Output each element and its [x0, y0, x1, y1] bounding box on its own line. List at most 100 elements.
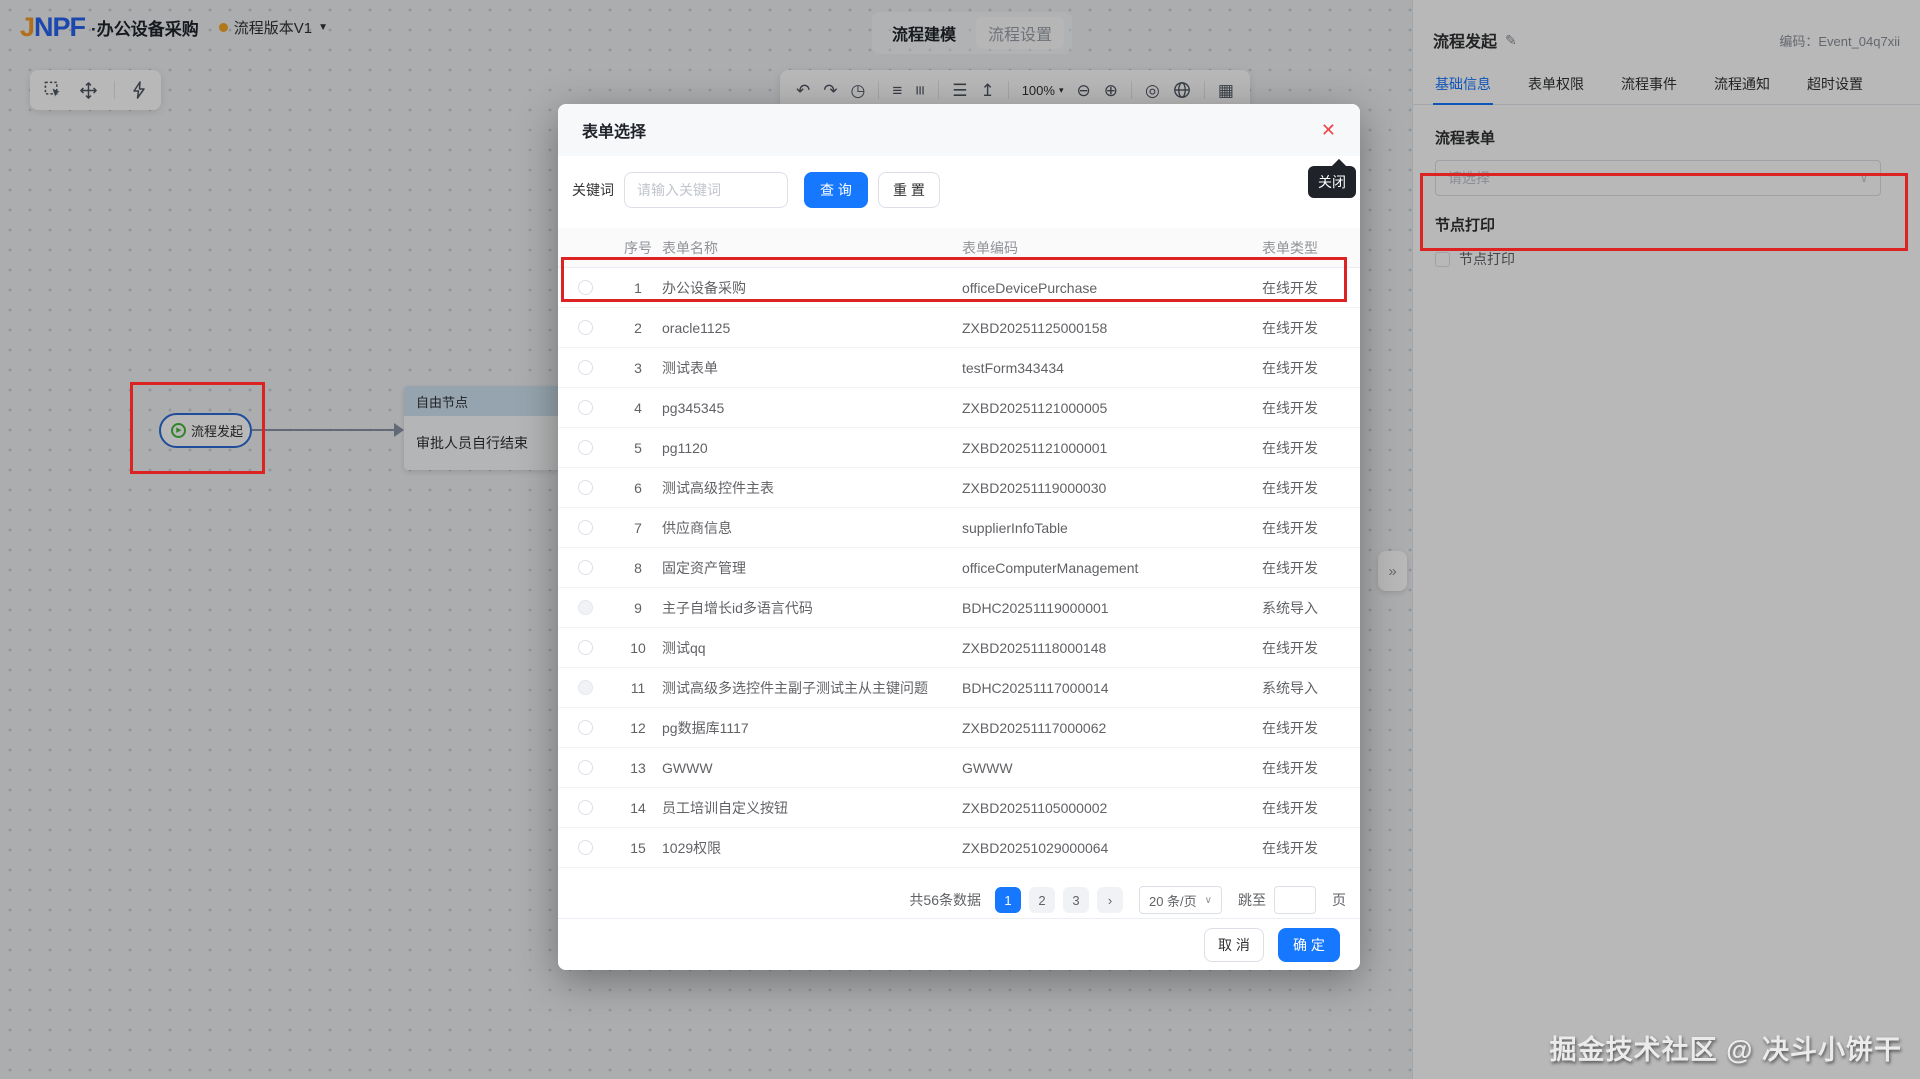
form-type-cell: 在线开发 [1262, 558, 1340, 578]
form-type-cell: 在线开发 [1262, 838, 1340, 858]
radio-button[interactable] [578, 280, 593, 295]
form-name-cell: pg数据库1117 [662, 718, 962, 738]
table-row[interactable]: 14 员工培训自定义按钮 ZXBD20251105000002 在线开发 [558, 788, 1360, 828]
form-code-cell: ZXBD20251125000158 [962, 320, 1262, 336]
form-code-cell: ZXBD20251118000148 [962, 640, 1262, 656]
close-icon[interactable]: ✕ [1321, 121, 1336, 139]
col-no: 序号 [614, 238, 662, 258]
search-button[interactable]: 查 询 [804, 172, 868, 208]
radio-button[interactable] [578, 440, 593, 455]
keyword-label: 关键词 [572, 180, 614, 200]
radio-button[interactable] [578, 680, 593, 695]
form-type-cell: 在线开发 [1262, 638, 1340, 658]
form-name-cell: 员工培训自定义按钮 [662, 798, 962, 818]
table-row[interactable]: 2 oracle1125 ZXBD20251125000158 在线开发 [558, 308, 1360, 348]
form-code-cell: ZXBD20251119000030 [962, 480, 1262, 496]
row-index: 9 [614, 600, 662, 616]
form-name-cell: 测试高级控件主表 [662, 478, 962, 498]
form-type-cell: 系统导入 [1262, 678, 1340, 698]
dialog-header: 表单选择 ✕ [558, 104, 1360, 156]
jump-suffix: 页 [1332, 890, 1346, 910]
form-name-cell: 主子自增长id多语言代码 [662, 598, 962, 618]
form-code-cell: BDHC20251119000001 [962, 600, 1262, 616]
table-row[interactable]: 9 主子自增长id多语言代码 BDHC20251119000001 系统导入 [558, 588, 1360, 628]
page-1[interactable]: 1 [995, 887, 1021, 913]
form-name-cell: 供应商信息 [662, 518, 962, 538]
form-type-cell: 在线开发 [1262, 438, 1340, 458]
row-index: 4 [614, 400, 662, 416]
reset-button[interactable]: 重 置 [878, 172, 940, 208]
table-row[interactable]: 1 办公设备采购 officeDevicePurchase 在线开发 [558, 268, 1360, 308]
radio-button[interactable] [578, 480, 593, 495]
form-type-cell: 在线开发 [1262, 278, 1340, 298]
form-select-dialog: 表单选择 ✕ 关键词 查 询 重 置 序号 表单名称 表单编码 表单类型 1 办… [558, 104, 1360, 970]
row-index: 3 [614, 360, 662, 376]
table-row[interactable]: 10 测试qq ZXBD20251118000148 在线开发 [558, 628, 1360, 668]
table-row[interactable]: 15 1029权限 ZXBD20251029000064 在线开发 [558, 828, 1360, 868]
form-type-cell: 在线开发 [1262, 358, 1340, 378]
form-code-cell: officeComputerManagement [962, 560, 1262, 576]
radio-button[interactable] [578, 760, 593, 775]
radio-button[interactable] [578, 800, 593, 815]
form-name-cell: 1029权限 [662, 838, 962, 858]
row-index: 1 [614, 280, 662, 296]
table-row[interactable]: 3 测试表单 testForm343434 在线开发 [558, 348, 1360, 388]
table-row[interactable]: 12 pg数据库1117 ZXBD20251117000062 在线开发 [558, 708, 1360, 748]
radio-button[interactable] [578, 720, 593, 735]
row-index: 7 [614, 520, 662, 536]
table-header: 序号 表单名称 表单编码 表单类型 [558, 228, 1360, 268]
radio-button[interactable] [578, 560, 593, 575]
close-tooltip: 关闭 [1308, 166, 1356, 198]
form-table: 序号 表单名称 表单编码 表单类型 1 办公设备采购 officeDeviceP… [558, 228, 1360, 868]
form-type-cell: 在线开发 [1262, 518, 1340, 538]
keyword-input[interactable] [624, 172, 788, 208]
table-row[interactable]: 5 pg1120 ZXBD20251121000001 在线开发 [558, 428, 1360, 468]
table-row[interactable]: 4 pg345345 ZXBD20251121000005 在线开发 [558, 388, 1360, 428]
form-name-cell: GWWW [662, 760, 962, 776]
dialog-title: 表单选择 [582, 118, 646, 142]
row-index: 11 [614, 680, 662, 696]
col-form-code: 表单编码 [962, 238, 1262, 258]
table-body: 1 办公设备采购 officeDevicePurchase 在线开发 2 ora… [558, 268, 1360, 868]
cancel-button[interactable]: 取 消 [1204, 928, 1264, 962]
confirm-button[interactable]: 确 定 [1278, 928, 1340, 962]
form-name-cell: 办公设备采购 [662, 278, 962, 298]
radio-button[interactable] [578, 320, 593, 335]
radio-button[interactable] [578, 360, 593, 375]
page-size-select[interactable]: 20 条/页 ∨ [1139, 886, 1222, 914]
table-row[interactable]: 13 GWWW GWWW 在线开发 [558, 748, 1360, 788]
form-code-cell: ZXBD20251121000001 [962, 440, 1262, 456]
form-type-cell: 在线开发 [1262, 758, 1340, 778]
total-count: 共56条数据 [909, 890, 981, 910]
form-name-cell: 固定资产管理 [662, 558, 962, 578]
form-code-cell: ZXBD20251121000005 [962, 400, 1262, 416]
radio-button[interactable] [578, 520, 593, 535]
form-code-cell: supplierInfoTable [962, 520, 1262, 536]
form-code-cell: officeDevicePurchase [962, 280, 1262, 296]
pagination: 共56条数据 1 2 3 › 20 条/页 ∨ 跳至 页 [558, 868, 1360, 914]
table-row[interactable]: 7 供应商信息 supplierInfoTable 在线开发 [558, 508, 1360, 548]
form-name-cell: oracle1125 [662, 320, 962, 336]
row-index: 14 [614, 800, 662, 816]
row-index: 15 [614, 840, 662, 856]
table-row[interactable]: 6 测试高级控件主表 ZXBD20251119000030 在线开发 [558, 468, 1360, 508]
form-code-cell: testForm343434 [962, 360, 1262, 376]
row-index: 8 [614, 560, 662, 576]
col-form-type: 表单类型 [1262, 238, 1340, 258]
page-2[interactable]: 2 [1029, 887, 1055, 913]
table-row[interactable]: 8 固定资产管理 officeComputerManagement 在线开发 [558, 548, 1360, 588]
row-index: 5 [614, 440, 662, 456]
form-code-cell: GWWW [962, 760, 1262, 776]
row-index: 2 [614, 320, 662, 336]
table-row[interactable]: 11 测试高级多选控件主副子测试主从主键问题 BDHC2025111700001… [558, 668, 1360, 708]
form-name-cell: 测试qq [662, 638, 962, 658]
form-name-cell: 测试高级多选控件主副子测试主从主键问题 [662, 678, 962, 698]
radio-button[interactable] [578, 640, 593, 655]
radio-button[interactable] [578, 600, 593, 615]
next-page-icon[interactable]: › [1097, 887, 1123, 913]
radio-button[interactable] [578, 400, 593, 415]
page-3[interactable]: 3 [1063, 887, 1089, 913]
radio-button[interactable] [578, 840, 593, 855]
jump-page-input[interactable] [1274, 886, 1316, 914]
form-type-cell: 在线开发 [1262, 318, 1340, 338]
